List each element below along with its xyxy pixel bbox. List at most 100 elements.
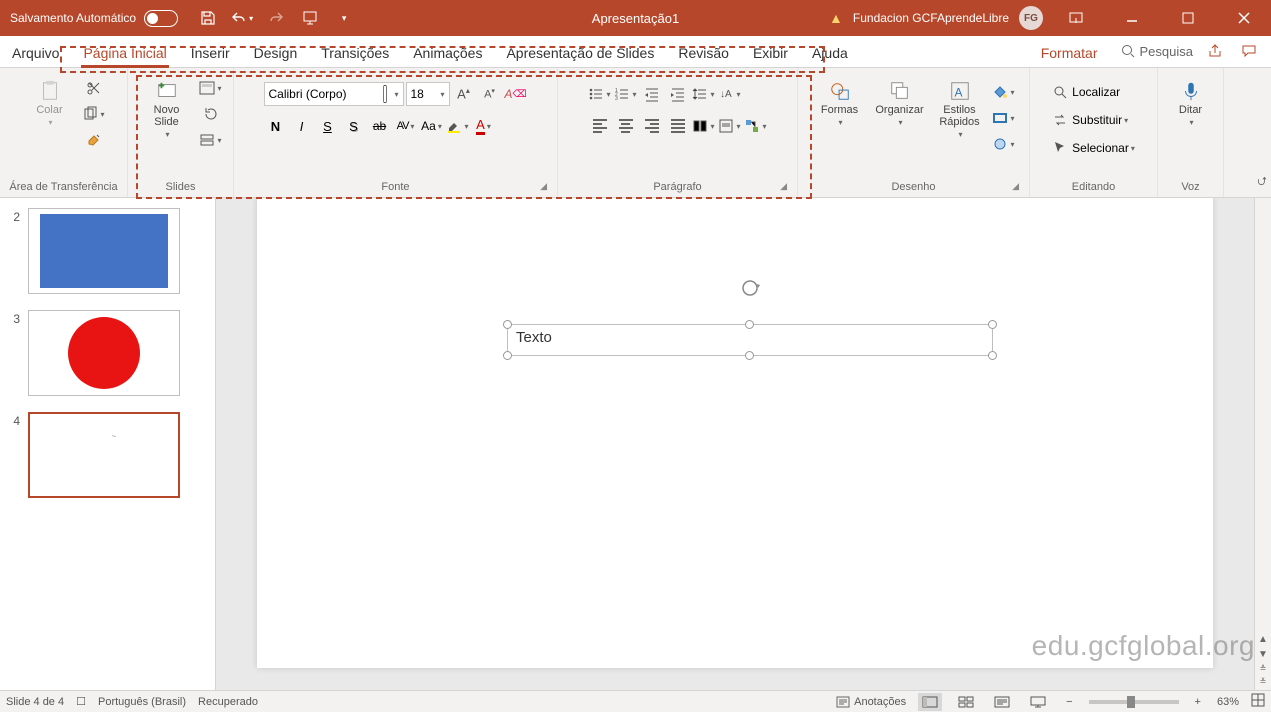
shape-outline-button[interactable]: ▾ [992,106,1016,130]
redo-button[interactable] [262,4,290,32]
autosave-switch[interactable] [144,10,178,27]
resize-handle-se[interactable] [988,351,997,360]
maximize-button[interactable] [1165,0,1211,36]
font-launcher[interactable]: ◢ [540,181,547,192]
slide-canvas[interactable]: Texto [257,198,1213,668]
section-button[interactable]: ▾ [199,128,223,152]
view-slideshow-button[interactable] [1026,693,1050,711]
view-sorter-button[interactable] [954,693,978,711]
strikethrough-button[interactable]: ab [368,114,392,138]
start-from-beginning-button[interactable] [296,4,324,32]
minimize-button[interactable] [1109,0,1155,36]
italic-button[interactable]: I [290,114,314,138]
text-direction-button[interactable]: ↓A▾ [718,82,742,106]
clear-formatting-button[interactable]: A⌫ [504,82,528,106]
tab-formatar[interactable]: Formatar [1029,39,1110,67]
paragraph-launcher[interactable]: ◢ [780,181,787,192]
comments-button[interactable] [1237,39,1261,63]
align-right-button[interactable] [640,114,664,138]
shadow-button[interactable]: S [342,114,366,138]
drawing-launcher[interactable]: ◢ [1012,181,1019,192]
view-normal-button[interactable] [918,693,942,711]
tab-arquivo[interactable]: Arquivo [0,39,71,67]
select-button[interactable]: Selecionar▾ [1048,136,1139,160]
language-indicator[interactable]: Português (Brasil) [98,696,186,708]
tab-transicoes[interactable]: Transições [309,39,401,67]
font-name-combo[interactable]: Calibri (Corpo) ▾ [264,82,404,106]
columns-button[interactable]: ▾ [692,114,716,138]
scroll-down-icon[interactable]: ▼ [1258,649,1268,660]
decrease-font-button[interactable]: A▾ [478,82,502,106]
reset-button[interactable] [199,102,223,126]
account-name[interactable]: Fundacion GCFAprendeLibre [853,11,1009,25]
replace-button[interactable]: Substituir▾ [1048,108,1132,132]
tab-apresentacao[interactable]: Apresentação de Slides [494,39,666,67]
save-icon[interactable] [194,4,222,32]
tab-design[interactable]: Design [242,39,310,67]
vertical-scrollbar[interactable]: ▲ ▼ ≙ ≚ [1254,198,1271,690]
increase-indent-button[interactable] [666,82,690,106]
tab-exibir[interactable]: Exibir [741,39,800,67]
arrange-button[interactable]: Organizar▾ [872,76,928,131]
resize-handle-nw[interactable] [503,320,512,329]
close-button[interactable] [1221,0,1267,36]
notes-button[interactable]: Anotações [835,694,906,710]
font-color-button[interactable]: A▾ [472,114,496,138]
shape-fill-button[interactable]: ▾ [992,80,1016,104]
accessibility-icon[interactable]: ☐ [76,695,86,708]
tab-inserir[interactable]: Inserir [179,39,242,67]
rotate-handle[interactable] [739,277,761,304]
align-justify-button[interactable] [666,114,690,138]
search-box[interactable]: Pesquisa [1120,43,1193,59]
layout-button[interactable]: ▾ [199,76,223,100]
bold-button[interactable]: N [264,114,288,138]
resize-handle-n[interactable] [745,320,754,329]
increase-font-button[interactable]: A▴ [452,82,476,106]
avatar[interactable]: FG [1019,6,1043,30]
tab-pagina-inicial[interactable]: Página Inicial [71,39,178,67]
dictate-button[interactable]: Ditar▾ [1163,76,1219,131]
collapse-ribbon-button[interactable]: ⮍ [1257,172,1267,193]
format-painter-button[interactable] [82,128,106,152]
tab-ajuda[interactable]: Ajuda [800,39,860,67]
copy-button[interactable]: ▾ [82,102,106,126]
zoom-out-button[interactable]: − [1062,696,1076,708]
slide-thumb-3[interactable]: 3 [8,310,207,396]
slide-thumb-4[interactable]: 4 ~ [8,412,207,498]
line-spacing-button[interactable]: ▾ [692,82,716,106]
resize-handle-ne[interactable] [988,320,997,329]
zoom-percent[interactable]: 63% [1217,696,1239,708]
new-slide-button[interactable]: Novo Slide ▾ [139,76,195,143]
align-center-button[interactable] [614,114,638,138]
numbering-button[interactable]: 123▾ [614,82,638,106]
autosave-toggle[interactable]: Salvamento Automático [0,10,188,27]
resize-handle-s[interactable] [745,351,754,360]
scroll-up-icon[interactable]: ▲ [1258,634,1268,645]
shapes-button[interactable]: Formas▾ [812,76,868,131]
scroll-next-slide[interactable]: ≚ [1260,677,1267,686]
slide-thumbnail-panel[interactable]: 2 3 4 ~ [0,198,216,690]
text-box[interactable]: Texto [507,324,993,356]
underline-button[interactable]: S [316,114,340,138]
qat-more-button[interactable]: ▾ [330,4,358,32]
highlight-color-button[interactable]: ▾ [446,114,470,138]
decrease-indent-button[interactable] [640,82,664,106]
align-left-button[interactable] [588,114,612,138]
smartart-button[interactable]: ▾ [744,114,768,138]
scroll-prev-slide[interactable]: ≙ [1260,664,1267,673]
zoom-slider[interactable] [1089,700,1179,704]
shape-effects-button[interactable]: ▾ [992,132,1016,156]
resize-handle-sw[interactable] [503,351,512,360]
view-reading-button[interactable] [990,693,1014,711]
tab-animacoes[interactable]: Animações [401,39,494,67]
share-button[interactable] [1203,39,1227,63]
find-button[interactable]: Localizar [1048,80,1124,104]
slide-thumb-2[interactable]: 2 [8,208,207,294]
slide-canvas-area[interactable]: Texto [216,198,1254,690]
bullets-button[interactable]: ▾ [588,82,612,106]
ribbon-display-options-button[interactable] [1053,0,1099,36]
zoom-in-button[interactable]: + [1191,696,1205,708]
change-case-button[interactable]: Aa▾ [420,114,444,138]
quick-styles-button[interactable]: A EstilosRápidos▾ [932,76,988,143]
paste-button[interactable]: Colar ▾ [22,76,78,131]
